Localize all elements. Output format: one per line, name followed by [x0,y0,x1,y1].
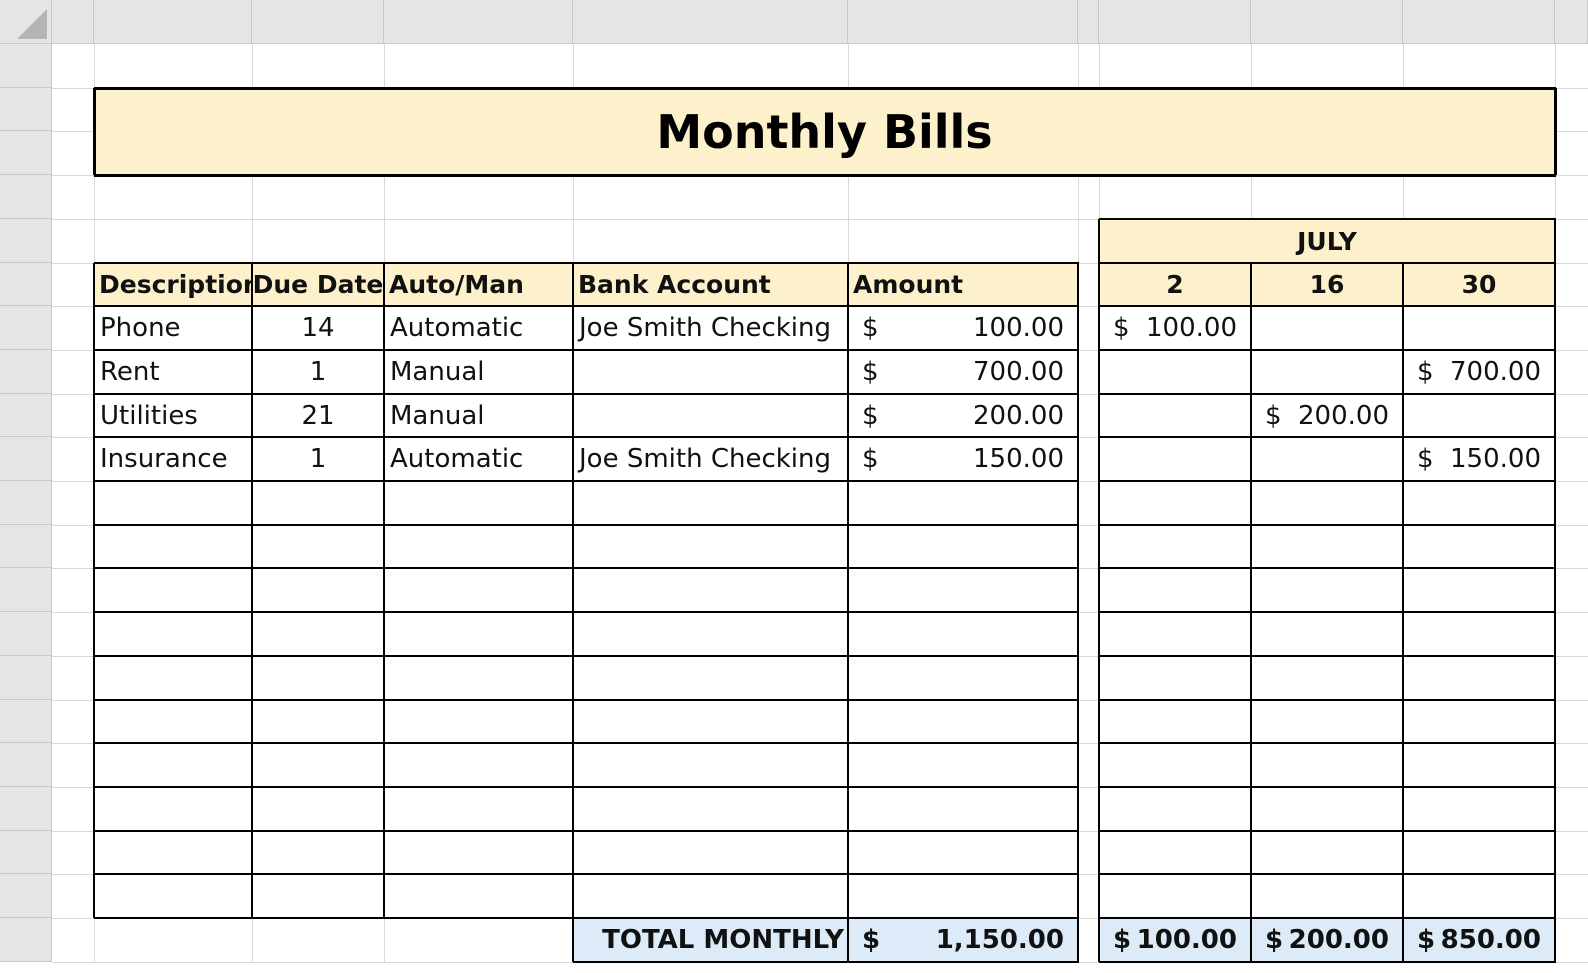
column-header-a[interactable] [52,0,94,44]
bill-mode: Manual [390,357,485,387]
schedule-entry: $700.00 [1403,350,1555,394]
column-header-e[interactable] [573,0,848,44]
bill-account: Joe Smith Checking [579,444,832,474]
bill-mode: Automatic [390,444,524,474]
row-header-17[interactable] [0,743,52,787]
column-header-j[interactable] [1403,0,1555,44]
bill-mode: Automatic [390,313,524,343]
bill-account: Joe Smith Checking [579,313,832,343]
spreadsheet-grid[interactable]: Monthly Bills Description Due Date Auto/Man… [0,0,1588,973]
schedule-entry-currency: $ [1417,444,1434,474]
schedule-total: $200.00 [1251,918,1403,962]
column-header-c[interactable] [252,0,384,44]
row-header-21[interactable] [0,918,52,962]
row-header-11[interactable] [0,481,52,525]
schedule-entry-currency: $ [1113,313,1130,343]
schedule-total-currency: $ [1113,925,1132,955]
schedule-entry-value: 200.00 [1298,400,1389,431]
row-header-13[interactable] [0,568,52,612]
total-amount: $1,150.00 [848,918,1078,962]
column-title-amount: Amount [853,270,964,299]
row-header-8[interactable] [0,350,52,394]
column-header-partial[interactable] [1555,0,1588,44]
column-header-h[interactable] [1099,0,1251,44]
row-header-3[interactable] [0,131,52,175]
bill-amount: $200.00 [848,394,1078,437]
row-header-19[interactable] [0,831,52,874]
bill-due-date: 14 [301,313,335,343]
schedule-entry-value: 700.00 [1450,357,1541,387]
total-label: TOTAL MONTHLY [602,925,844,955]
column-header-b[interactable] [94,0,252,44]
schedule-entry-currency: $ [1265,400,1282,431]
row-header-4[interactable] [0,175,52,219]
bill-amount: $150.00 [848,437,1078,481]
column-header-d[interactable] [384,0,573,44]
row-header-7[interactable] [0,306,52,350]
bill-mode: Manual [390,400,485,431]
bill-description: Rent [100,357,160,387]
schedule-entry-currency: $ [1417,357,1434,387]
schedule-month: JULY [1297,226,1357,256]
bill-account [573,350,848,394]
total-amount-value: 1,150.00 [935,925,1064,955]
row-header-20[interactable] [0,874,52,918]
schedule-total-currency: $ [1417,925,1436,955]
row-header-12[interactable] [0,525,52,568]
sheet-title: Monthly Bills [656,104,993,159]
row-header-14[interactable] [0,612,52,656]
bill-due-date: 1 [309,357,327,387]
bill-due-date: 1 [309,444,327,474]
column-title-due-date: Due Date [252,270,384,299]
select-all-corner[interactable] [0,0,52,44]
total-amount-currency: $ [862,925,881,955]
schedule-total-currency: $ [1265,925,1284,955]
bill-amount: $100.00 [848,306,1078,350]
schedule-total-value: 100.00 [1136,925,1237,955]
row-header-1[interactable] [0,44,52,88]
bill-amount-currency: $ [862,444,879,474]
bill-description: Phone [100,313,181,343]
schedule-entry: $200.00 [1251,394,1403,437]
bill-account [573,394,848,437]
schedule-day-16: 16 [1309,270,1345,299]
column-title-bank-account: Bank Account [578,270,771,299]
schedule-day-30: 30 [1461,270,1497,299]
schedule-total-value: 200.00 [1288,925,1389,955]
bill-amount-value: 700.00 [973,357,1064,387]
bill-amount-currency: $ [862,313,879,343]
row-header-16[interactable] [0,700,52,743]
schedule-entry-value: 150.00 [1450,444,1541,474]
schedule-total-value: 850.00 [1440,925,1541,955]
row-header-6[interactable] [0,263,52,306]
row-header-15[interactable] [0,656,52,700]
row-header-9[interactable] [0,394,52,437]
bill-description: Utilities [100,400,198,431]
bill-amount-value: 100.00 [973,313,1064,343]
schedule-day-2: 2 [1166,270,1184,299]
bill-amount-currency: $ [862,400,879,431]
bill-due-date: 21 [301,400,335,431]
column-header-g[interactable] [1078,0,1099,44]
schedule-total: $850.00 [1403,918,1555,962]
schedule-entry: $100.00 [1099,306,1251,350]
column-header-i[interactable] [1251,0,1403,44]
row-header-2[interactable] [0,88,52,131]
schedule-entry: $150.00 [1403,437,1555,481]
bill-amount-value: 200.00 [973,400,1064,431]
row-header-18[interactable] [0,787,52,831]
bill-amount: $700.00 [848,350,1078,394]
column-header-f[interactable] [848,0,1078,44]
schedule-total: $100.00 [1099,918,1251,962]
column-title-description: Description [99,270,252,299]
bill-amount-currency: $ [862,357,879,387]
row-header-5[interactable] [0,219,52,263]
column-title-auto-man: Auto/Man [389,270,524,299]
schedule-entry-value: 100.00 [1146,313,1237,343]
row-header-10[interactable] [0,437,52,481]
bill-description: Insurance [100,444,228,474]
bill-amount-value: 150.00 [973,444,1064,474]
